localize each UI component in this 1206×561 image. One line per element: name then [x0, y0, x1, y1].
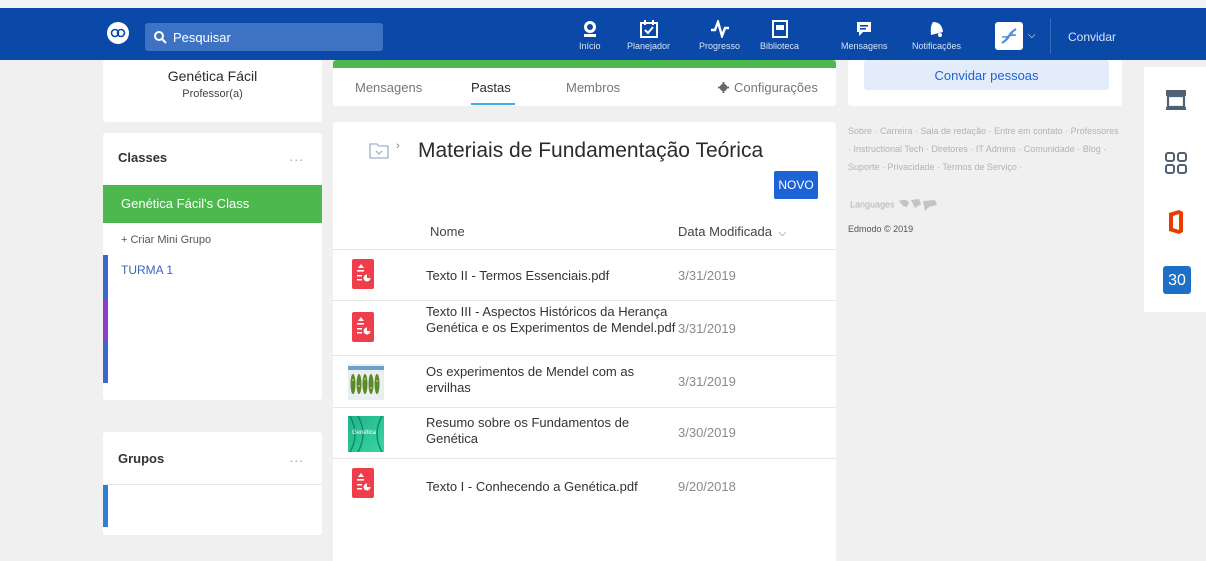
- class-color-bar: [103, 255, 108, 299]
- nav-label: Mensagens: [841, 41, 888, 51]
- divider: [1050, 18, 1051, 54]
- user-avatar[interactable]: [995, 22, 1023, 50]
- file-row[interactable]: Os experimentos de Mendel com as ervilha…: [333, 355, 836, 407]
- progress-icon: [710, 20, 729, 38]
- search-input[interactable]: Pesquisar: [145, 23, 383, 51]
- nav-progresso[interactable]: Progresso: [699, 20, 740, 51]
- nav-label: Progresso: [699, 41, 741, 51]
- copyright: Edmodo © 2019: [848, 224, 914, 234]
- file-name[interactable]: Texto I - Conhecendo a Genética.pdf: [426, 479, 676, 495]
- invite-people-button[interactable]: Convidar pessoas: [864, 60, 1109, 90]
- settings-label: Configurações: [734, 80, 818, 95]
- classes-card: Classes ... Genética Fácil's Class + Cri…: [103, 133, 322, 400]
- file-date: 3/31/2019: [678, 268, 736, 283]
- class-item[interactable]: [103, 341, 322, 383]
- groups-card: Grupos ...: [103, 432, 322, 535]
- peas-thumbnail-icon: [348, 364, 384, 400]
- nav-label: Biblioteca: [760, 41, 800, 51]
- footer-links[interactable]: Sobre · Carreira · Sala de redação · Ent…: [848, 122, 1123, 176]
- breadcrumb-chevron-icon: ›: [396, 140, 400, 152]
- groups-menu-button[interactable]: ...: [289, 449, 304, 465]
- file-name[interactable]: Os experimentos de Mendel com as ervilha…: [426, 364, 676, 396]
- profile-role: Professor(a): [182, 88, 243, 100]
- classes-menu-button[interactable]: ...: [289, 148, 304, 164]
- nav-biblioteca[interactable]: Biblioteca: [760, 20, 799, 51]
- apps-grid-icon[interactable]: [1163, 150, 1189, 176]
- pdf-file-icon: [352, 312, 374, 342]
- profile-card: Genética Fácil Professor(a): [103, 60, 322, 122]
- nav-planejador[interactable]: Planejador: [627, 20, 670, 51]
- home-icon: [583, 21, 596, 37]
- world-map-icon: [899, 199, 938, 211]
- pdf-file-icon: [352, 259, 374, 289]
- active-tab-underline: [471, 103, 515, 105]
- create-mini-group-link[interactable]: + Criar Mini Grupo: [121, 234, 211, 246]
- class-color-bar: [103, 341, 108, 383]
- file-row[interactable]: Texto III - Aspectos Históricos da Heran…: [333, 300, 836, 355]
- languages-link[interactable]: Languages: [850, 198, 939, 212]
- tab-pastas[interactable]: Pastas: [471, 80, 511, 95]
- group-item[interactable]: [103, 485, 322, 527]
- file-name[interactable]: Texto III - Aspectos Históricos da Heran…: [426, 304, 676, 336]
- languages-label: Languages: [850, 199, 895, 210]
- nav-label: Início: [579, 41, 601, 51]
- dna-icon: [1001, 28, 1017, 44]
- group-color-bar: [103, 485, 108, 527]
- class-color-strip: [333, 60, 836, 68]
- calendar-day: 30: [1168, 272, 1186, 289]
- file-row[interactable]: Texto I - Conhecendo a Genética.pdf 9/20…: [333, 458, 836, 510]
- file-date: 9/20/2018: [678, 479, 736, 494]
- nav-label: Notificações: [912, 41, 962, 51]
- file-row[interactable]: Genética Resumo sobre os Fundamentos de …: [333, 407, 836, 458]
- class-color-bar: [103, 299, 108, 341]
- classes-title: Classes: [118, 150, 168, 165]
- active-class-item[interactable]: Genética Fácil's Class: [103, 185, 322, 223]
- folder-icon[interactable]: [369, 140, 389, 160]
- invite-link[interactable]: Convidar: [1068, 30, 1116, 44]
- avatar-chevron-down-icon[interactable]: ⌵: [1028, 30, 1036, 41]
- tab-settings[interactable]: Configurações: [718, 80, 818, 95]
- profile-name[interactable]: Genética Fácil: [103, 68, 322, 84]
- library-icon: [771, 20, 788, 38]
- tab-membros[interactable]: Membros: [566, 80, 620, 95]
- folder-panel: › Materiais de Fundamentação Teórica NOV…: [333, 122, 836, 561]
- gear-icon: [718, 82, 729, 93]
- class-item[interactable]: [103, 299, 322, 341]
- class-item-turma-1[interactable]: TURMA 1: [103, 255, 322, 299]
- groups-title: Grupos: [118, 451, 165, 466]
- tab-mensagens[interactable]: Mensagens: [355, 80, 422, 95]
- edmodo-logo-icon[interactable]: [107, 22, 129, 44]
- nav-label: Planejador: [627, 41, 671, 51]
- browser-strip: [0, 0, 1206, 8]
- side-apps-panel: 30: [1144, 67, 1206, 312]
- folder-title: Materiais de Fundamentação Teórica: [418, 139, 764, 162]
- planner-icon: [639, 20, 658, 38]
- tabs-bar: Mensagens Pastas Membros Configurações: [333, 60, 836, 106]
- search-icon: [154, 31, 167, 44]
- file-date: 3/30/2019: [678, 425, 736, 440]
- office-icon[interactable]: [1163, 209, 1189, 235]
- messages-icon: [857, 22, 872, 36]
- file-name[interactable]: Texto II - Termos Essenciais.pdf: [426, 268, 676, 284]
- new-button[interactable]: NOVO: [774, 171, 818, 199]
- file-name[interactable]: Resumo sobre os Fundamentos de Genética: [426, 415, 676, 447]
- class-item-label: TURMA 1: [121, 263, 174, 277]
- store-icon[interactable]: [1163, 87, 1189, 113]
- thumbnail-text: Genética: [352, 430, 377, 436]
- notifications-icon: [930, 22, 943, 37]
- column-header-date[interactable]: Data Modificada ⌵: [678, 224, 786, 239]
- nav-notificacoes[interactable]: Notificações: [912, 20, 961, 51]
- file-date: 3/31/2019: [678, 374, 736, 389]
- column-header-name[interactable]: Nome: [430, 224, 465, 239]
- pdf-file-icon: [352, 468, 374, 498]
- sort-chevron-down-icon: ⌵: [778, 228, 787, 239]
- genetica-thumbnail-icon: Genética: [348, 416, 384, 452]
- search-placeholder: Pesquisar: [173, 29, 231, 45]
- calendar-icon[interactable]: 30: [1163, 266, 1191, 294]
- nav-inicio[interactable]: Início: [579, 20, 601, 51]
- column-header-date-label: Data Modificada: [678, 224, 772, 239]
- file-date: 3/31/2019: [678, 321, 736, 336]
- nav-mensagens[interactable]: Mensagens: [841, 20, 888, 51]
- file-row[interactable]: Texto II - Termos Essenciais.pdf 3/31/20…: [333, 249, 836, 300]
